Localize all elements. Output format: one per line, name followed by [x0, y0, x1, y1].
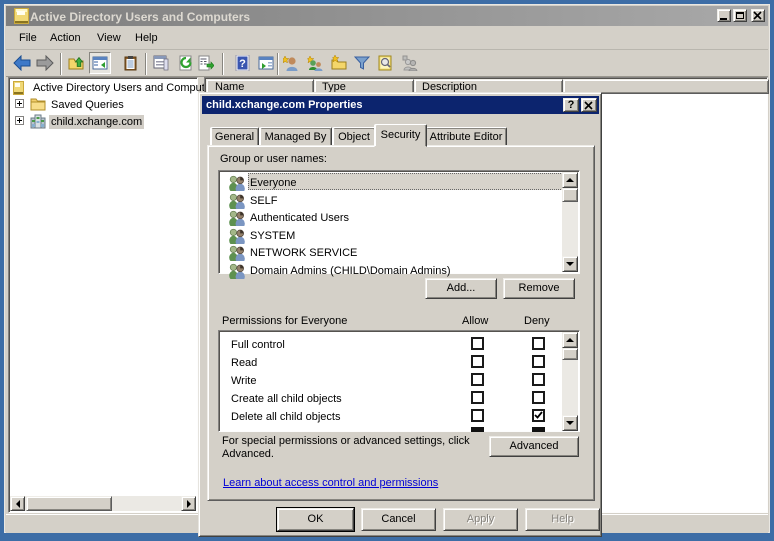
- svg-text:?: ?: [239, 58, 246, 70]
